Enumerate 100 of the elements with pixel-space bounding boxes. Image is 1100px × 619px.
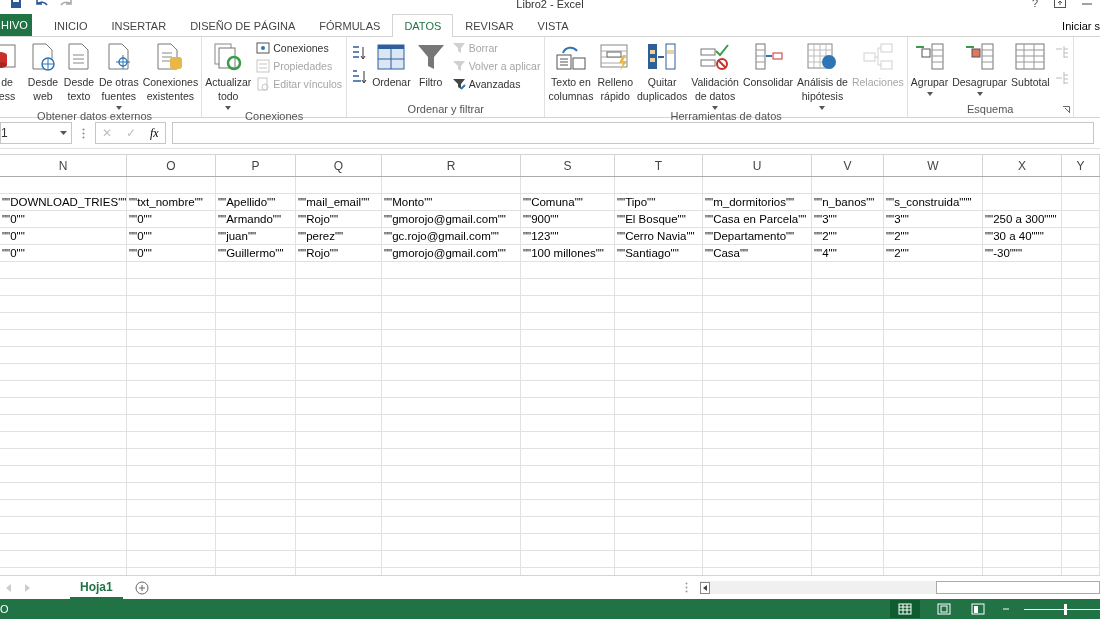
scroll-left-icon[interactable] — [700, 581, 710, 594]
table-cell[interactable]: ""0"" — [127, 228, 152, 244]
name-box[interactable]: 1 — [0, 122, 72, 144]
ribbon-button[interactable]: Filtro — [412, 41, 449, 101]
normal-view-icon[interactable] — [890, 600, 920, 618]
table-cell[interactable]: ""Comuna"" — [521, 194, 583, 210]
table-cell[interactable]: ""3"" — [812, 211, 837, 227]
dialog-launcher-icon[interactable] — [1062, 106, 1070, 113]
table-cell[interactable]: ""s_construida""" — [884, 194, 972, 210]
sign-in-link[interactable]: Iniciar s — [1062, 20, 1100, 36]
ribbon-button[interactable]: Desde web — [25, 41, 61, 110]
table-cell[interactable]: ""0"" — [127, 211, 152, 227]
table-cell[interactable]: ""Rojo"" — [296, 245, 338, 261]
ribbon-button[interactable]: De otras fuentes — [97, 41, 141, 110]
table-cell[interactable]: ""Departamento"" — [703, 228, 795, 244]
slider-thumb[interactable] — [1064, 603, 1067, 615]
table-cell[interactable]: ""2"" — [812, 228, 837, 244]
redo-icon[interactable] — [60, 0, 74, 7]
table-cell[interactable]: ""Rojo"" — [296, 211, 338, 227]
column-header[interactable]: Q — [296, 155, 382, 176]
ribbon-button[interactable]: Subtotal — [1009, 41, 1052, 101]
formula-input[interactable] — [171, 122, 1094, 144]
ribbon-button[interactable]: Consolidar — [740, 41, 796, 110]
ribbon-button[interactable]: Desagrupar — [950, 41, 1010, 101]
table-cell[interactable]: ""Guillermo"" — [216, 245, 284, 261]
table-cell[interactable]: ""n_banos"" — [812, 194, 875, 210]
ribbon-button[interactable]: Quitar duplicados — [635, 41, 690, 110]
file-tab[interactable]: HIVO — [0, 14, 32, 36]
table-cell[interactable]: ""Casa"" — [703, 245, 749, 261]
table-cell[interactable]: ""gmorojo@gmail.com"" — [382, 245, 506, 261]
horizontal-scrollbar[interactable] — [700, 581, 1100, 594]
table-cell[interactable]: ""txt_nombre"" — [127, 194, 203, 210]
table-cell[interactable]: ""m_dormitorios"" — [703, 194, 795, 210]
ribbon-tab[interactable]: INSERTAR — [99, 14, 179, 37]
table-cell[interactable]: ""0"" — [0, 245, 25, 261]
table-cell[interactable]: ""perez"" — [296, 228, 344, 244]
table-cell[interactable]: ""123"" — [521, 228, 559, 244]
ribbon-button[interactable]: Análisis de hipótesis — [795, 41, 850, 110]
ribbon-button[interactable]: Desde texto — [61, 41, 97, 110]
ribbon-tab[interactable]: REVISAR — [453, 14, 526, 37]
column-header[interactable]: O — [127, 155, 216, 176]
table-cell[interactable]: ""mail_email"" — [296, 194, 370, 210]
table-cell[interactable]: ""0"" — [0, 211, 25, 227]
ribbon-button[interactable]: Conexiones — [256, 41, 343, 55]
column-header[interactable]: W — [884, 155, 983, 176]
column-header[interactable]: V — [812, 155, 884, 176]
table-cell[interactable]: ""El Bosque"" — [615, 211, 686, 227]
ribbon-button[interactable]: Ordenar — [370, 41, 413, 101]
table-cell[interactable]: ""30 a 40""" — [983, 228, 1044, 244]
add-sheet-icon[interactable] — [134, 580, 149, 595]
ribbon-display-icon[interactable] — [1054, 0, 1066, 8]
table-cell[interactable]: ""gc.rojo@gmail.com"" — [382, 228, 499, 244]
sort-ascending-icon[interactable] — [351, 45, 368, 61]
table-cell[interactable]: ""DOWNLOAD_TRIES"" — [0, 194, 127, 210]
table-cell[interactable]: ""Monto"" — [382, 194, 433, 210]
sort-descending-icon[interactable] — [351, 69, 368, 85]
table-cell[interactable]: ""-30""" — [983, 245, 1023, 261]
column-header[interactable]: R — [382, 155, 521, 176]
table-cell[interactable]: ""900"" — [521, 211, 559, 227]
column-header[interactable]: X — [983, 155, 1062, 176]
ribbon-tab[interactable]: DATOS — [392, 14, 454, 37]
ribbon-button[interactable]: de ess — [0, 41, 25, 110]
splitter-handle[interactable] — [685, 582, 688, 593]
table-cell[interactable]: ""juan"" — [216, 228, 257, 244]
ribbon-button[interactable]: Validación de datos — [689, 41, 741, 110]
table-cell[interactable]: ""Santiago"" — [615, 245, 679, 261]
ribbon-button[interactable]: Conexiones existentes — [140, 41, 201, 110]
column-header[interactable]: U — [703, 155, 812, 176]
page-layout-icon[interactable] — [934, 603, 954, 615]
ribbon-button[interactable]: Relleno rápido — [595, 41, 635, 110]
help-button[interactable]: ? — [1031, 0, 1038, 9]
column-header[interactable]: T — [615, 155, 703, 176]
ribbon-button[interactable]: Texto en columnas — [546, 41, 596, 110]
ribbon-button[interactable]: Agrupar — [908, 41, 951, 101]
table-cell[interactable]: ""Armando"" — [216, 211, 281, 227]
table-cell[interactable]: ""Apellido"" — [216, 194, 276, 210]
table-cell[interactable]: ""100 millones"" — [521, 245, 604, 261]
save-icon[interactable] — [10, 0, 22, 9]
column-header[interactable]: P — [216, 155, 296, 176]
table-cell[interactable]: ""250 a 300""" — [983, 211, 1057, 227]
page-break-icon[interactable] — [968, 603, 988, 615]
ribbon-button[interactable]: Actualizar todo — [203, 41, 254, 110]
table-cell[interactable]: ""0"" — [127, 245, 152, 261]
table-cell[interactable]: ""3"" — [884, 211, 909, 227]
table-cell[interactable]: ""4"" — [812, 245, 837, 261]
ribbon-tab[interactable]: FÓRMULAS — [307, 14, 393, 37]
zoom-out-icon[interactable] — [1002, 605, 1010, 613]
insert-function-button[interactable]: fx — [150, 125, 159, 141]
column-header[interactable]: S — [521, 155, 615, 176]
column-header[interactable]: N — [0, 155, 127, 176]
ribbon-tab[interactable]: VISTA — [525, 14, 581, 37]
table-cell[interactable]: ""2"" — [884, 228, 909, 244]
table-cell[interactable]: ""0"" — [0, 228, 25, 244]
table-cell[interactable]: ""Casa en Parcela"" — [703, 211, 807, 227]
table-cell[interactable]: ""Tipo"" — [615, 194, 656, 210]
table-cell[interactable]: ""2"" — [884, 245, 909, 261]
table-cell[interactable]: ""gmorojo@gmail.com"" — [382, 211, 506, 227]
column-header[interactable]: Y — [1062, 155, 1100, 176]
minimize-icon[interactable] — [1082, 0, 1092, 8]
ribbon-button[interactable]: Avanzadas — [451, 77, 541, 91]
